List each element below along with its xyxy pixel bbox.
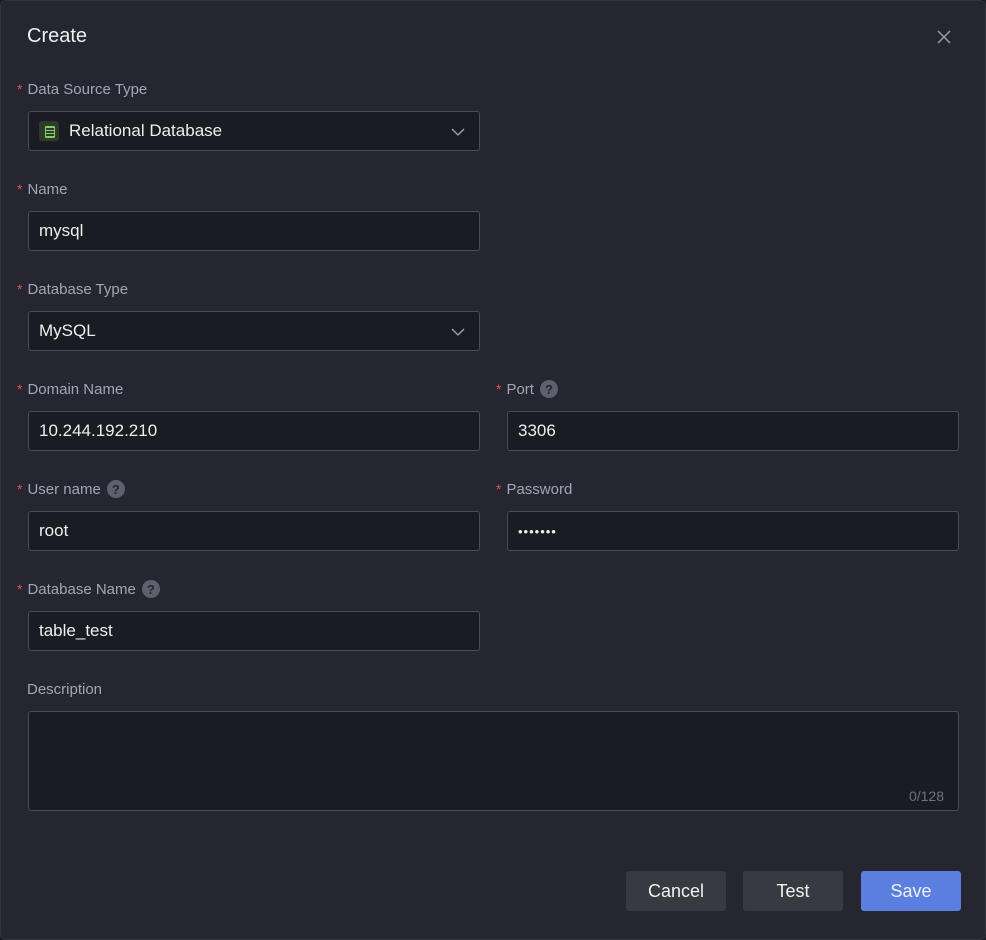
database-name-value: table_test bbox=[39, 621, 113, 640]
password-label-text: Password bbox=[506, 480, 573, 498]
required-mark: * bbox=[496, 381, 502, 397]
user-name-input[interactable]: root bbox=[28, 511, 480, 551]
help-icon[interactable]: ? bbox=[539, 380, 558, 398]
description-label: Description bbox=[27, 679, 102, 699]
required-mark: * bbox=[17, 181, 23, 197]
required-mark: * bbox=[17, 281, 23, 297]
char-counter: 0/128 bbox=[908, 788, 944, 804]
domain-name-value: 10.244.192.210 bbox=[39, 421, 158, 440]
required-mark: * bbox=[17, 381, 23, 397]
database-type-select[interactable]: MySQL bbox=[28, 311, 480, 351]
domain-name-label-text: Domain Name bbox=[27, 380, 124, 398]
domain-name-input[interactable]: 10.244.192.210 bbox=[28, 411, 480, 451]
name-label-text: Name bbox=[27, 180, 68, 198]
database-type-label: * Database Type bbox=[17, 279, 128, 299]
database-name-label-text: Database Name bbox=[27, 580, 136, 598]
port-input[interactable]: 3306 bbox=[507, 411, 959, 451]
domain-name-label: * Domain Name bbox=[17, 379, 123, 399]
database-type-label-text: Database Type bbox=[27, 280, 129, 298]
name-input[interactable]: mysql bbox=[28, 211, 480, 251]
port-label-text: Port bbox=[506, 380, 534, 398]
database-name-input[interactable]: table_test bbox=[28, 611, 480, 651]
chevron-down-icon bbox=[451, 128, 465, 136]
required-mark: * bbox=[17, 481, 23, 497]
help-icon[interactable]: ? bbox=[141, 580, 160, 598]
user-name-label-text: User name bbox=[27, 480, 101, 498]
required-mark: * bbox=[17, 81, 23, 97]
user-name-label: * User name ? bbox=[17, 479, 125, 499]
password-input[interactable]: ••••••• bbox=[507, 511, 959, 551]
description-textarea[interactable]: 0/128 bbox=[28, 711, 959, 811]
description-label-text: Description bbox=[27, 680, 103, 698]
password-label: * Password bbox=[496, 479, 572, 499]
database-type-value: MySQL bbox=[39, 321, 96, 340]
chevron-down-icon bbox=[451, 328, 465, 336]
dialog-title: Create bbox=[27, 25, 88, 47]
user-name-value: root bbox=[39, 521, 69, 540]
port-label: * Port ? bbox=[496, 379, 558, 399]
database-icon bbox=[39, 121, 59, 141]
password-value: ••••••• bbox=[518, 523, 557, 539]
name-label: * Name bbox=[17, 179, 67, 199]
save-button[interactable]: Save bbox=[861, 871, 961, 911]
data-source-type-select[interactable]: Relational Database bbox=[28, 111, 480, 151]
data-source-type-label: * Data Source Type bbox=[17, 79, 147, 99]
test-button[interactable]: Test bbox=[743, 871, 843, 911]
close-icon[interactable] bbox=[935, 28, 953, 46]
data-source-type-value: Relational Database bbox=[69, 121, 223, 140]
database-name-label: * Database Name ? bbox=[17, 579, 160, 599]
create-dialog: Create * Data Source Type Relational Dat… bbox=[0, 0, 986, 940]
cancel-button[interactable]: Cancel bbox=[626, 871, 726, 911]
port-value: 3306 bbox=[518, 421, 556, 440]
data-source-type-label-text: Data Source Type bbox=[27, 80, 148, 98]
required-mark: * bbox=[496, 481, 502, 497]
name-value: mysql bbox=[39, 221, 84, 240]
required-mark: * bbox=[17, 581, 23, 597]
help-icon[interactable]: ? bbox=[106, 480, 125, 498]
